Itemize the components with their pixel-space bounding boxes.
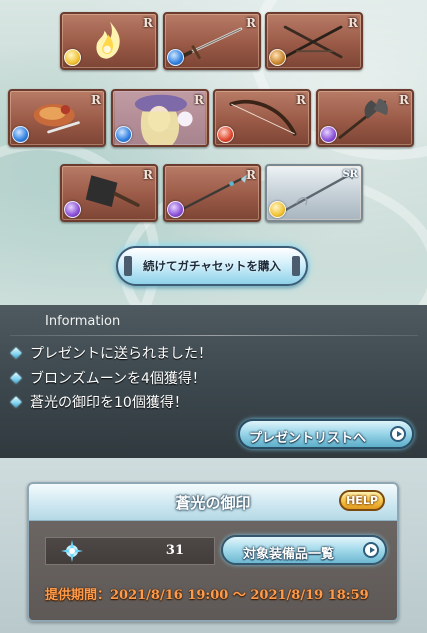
rarity-badge: R	[399, 93, 409, 107]
fire-element-icon	[217, 126, 234, 143]
result-card-axe[interactable]: R	[316, 89, 414, 147]
button-cap-left	[124, 256, 132, 276]
rarity-badge: SR	[342, 169, 358, 180]
info-message: 蒼光の御印を10個獲得！	[10, 392, 188, 412]
water-element-icon	[115, 126, 132, 143]
information-title: Information	[45, 314, 121, 329]
info-message: ブロンズムーンを4個獲得！	[10, 368, 206, 388]
rarity-badge: R	[91, 93, 101, 107]
info-message-text: ブロンズムーンを4個獲得！	[30, 371, 206, 387]
lower-area: 蒼光の御印 HELP 31 対象装備品一覧 提供期間：2021/8/16 19:…	[0, 458, 427, 633]
blue-seal-icon	[61, 540, 83, 562]
present-list-button[interactable]: プレゼントリストへ	[238, 419, 414, 449]
play-arrow-icon	[390, 426, 406, 442]
water-element-icon	[167, 49, 184, 66]
seal-panel: 蒼光の御印 HELP 31 対象装備品一覧 提供期間：2021/8/16 19:…	[27, 482, 399, 622]
result-card-food[interactable]: R	[8, 89, 106, 147]
earth-element-icon	[269, 49, 286, 66]
info-message-text: 蒼光の御印を10個獲得！	[30, 395, 188, 411]
result-card-cleaver[interactable]: R	[60, 164, 158, 222]
diamond-bullet-icon	[10, 347, 22, 359]
seal-count-value: 31	[165, 543, 184, 558]
rarity-badge: R	[194, 93, 204, 107]
dark-element-icon	[167, 201, 184, 218]
target-equipment-list-button[interactable]: 対象装備品一覧	[221, 535, 387, 565]
diamond-bullet-icon	[10, 396, 22, 408]
target-equipment-list-label: 対象装備品一覧	[243, 547, 335, 562]
rarity-badge: R	[143, 16, 153, 30]
dark-element-icon	[64, 201, 81, 218]
info-message-text: プレゼントに送られました！	[30, 346, 212, 362]
light-element-icon	[64, 49, 81, 66]
present-list-label: プレゼントリストへ	[249, 431, 367, 446]
rarity-badge: R	[246, 16, 256, 30]
buy-gacha-set-button[interactable]: 続けてガチャセットを購入	[116, 246, 308, 286]
help-button[interactable]: HELP	[339, 490, 385, 511]
offer-period: 提供期間：2021/8/16 19:00 ～ 2021/8/19 18:59	[45, 588, 369, 603]
information-panel: Information プレゼントに送られました！ ブロンズムーンを4個獲得！ …	[0, 305, 427, 458]
info-message: プレゼントに送られました！	[10, 343, 212, 363]
diamond-bullet-icon	[10, 372, 22, 384]
rarity-badge: R	[348, 16, 358, 30]
buy-gacha-set-label: 続けてガチャセットを購入	[143, 259, 281, 273]
result-card-character[interactable]: R	[111, 89, 209, 147]
result-card-flame[interactable]: R	[60, 12, 158, 70]
result-card-silver-spear[interactable]: SR	[265, 164, 363, 222]
rarity-badge: R	[296, 93, 306, 107]
seal-count-box: 31	[45, 537, 215, 565]
button-cap-right	[292, 256, 300, 276]
seal-panel-header: 蒼光の御印 HELP	[29, 484, 397, 521]
rarity-badge: R	[246, 168, 256, 182]
result-card-spear[interactable]: R	[163, 164, 261, 222]
result-card-crossed-blades[interactable]: R	[265, 12, 363, 70]
result-card-sword[interactable]: R	[163, 12, 261, 70]
result-card-bow[interactable]: R	[213, 89, 311, 147]
draw-results-area: R R R R R R R R R SR 続けてガチャセットを購入	[0, 0, 427, 305]
play-arrow-icon	[363, 542, 379, 558]
rarity-badge: R	[143, 168, 153, 182]
information-divider	[10, 335, 418, 336]
water-element-icon	[12, 126, 29, 143]
dark-element-icon	[320, 126, 337, 143]
light-element-icon	[269, 201, 286, 218]
